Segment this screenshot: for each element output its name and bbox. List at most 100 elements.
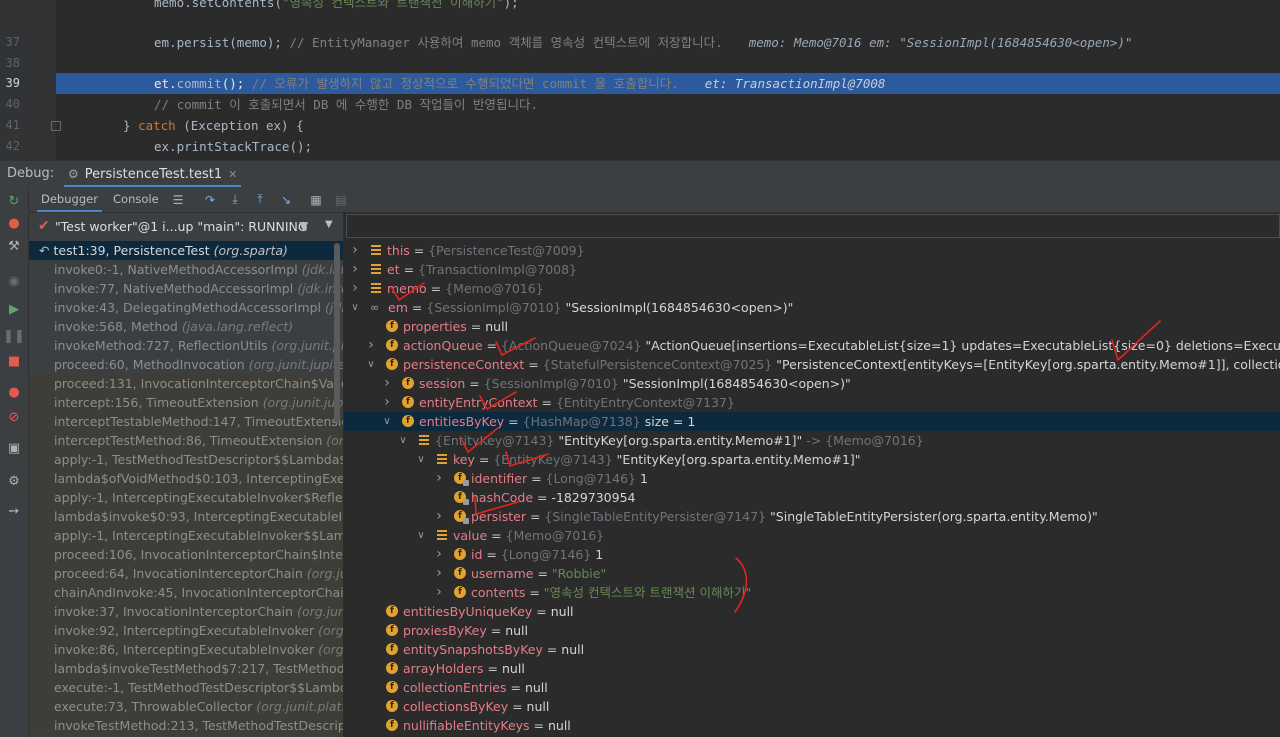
variable-row[interactable]: › f persister = {SingleTableEntityPersiste… [344,507,1280,526]
variable-row[interactable]: › f identifier = {Long@7146} 1 [344,469,1280,488]
variable-row[interactable]: f nullifiableEntityKeys = null [344,716,1280,735]
eye-icon[interactable]: ◉ [4,272,24,290]
wrench-icon[interactable]: ⚒ [4,237,24,255]
variable-row[interactable]: › this = {PersistenceTest@7009} [344,241,1280,260]
collapse-arrow-icon[interactable]: ∨ [366,355,376,374]
evaluate-expression-icon[interactable]: ▦ [307,191,325,208]
variable-row[interactable]: ∨ value = {Memo@7016} [344,526,1280,545]
frame-item[interactable]: lambda$ofVoidMethod$0:103, InterceptingE… [29,469,343,488]
variable-row[interactable]: ∨ {EntityKey@7143} "EntityKey[org.sparta.… [344,431,1280,450]
frame-item[interactable]: interceptTestableMethod:147, TimeoutExte… [29,412,343,431]
frame-item[interactable]: invoke:77, NativeMethodAccessorImpl (jdk.… [29,279,343,298]
resume-icon[interactable]: ▶ [4,300,24,318]
frame-item[interactable]: invokeMethod:727, ReflectionUtils (org.ju… [29,336,343,355]
expand-arrow-icon[interactable]: › [434,469,444,488]
rerun-failed-icon[interactable]: ● [4,214,24,232]
expand-arrow-icon[interactable]: › [434,507,444,526]
step-over-icon[interactable]: ↷ [201,191,219,208]
frame-item[interactable]: intercept:156, TimeoutExtension (org.juni… [29,393,343,412]
expand-arrow-icon[interactable]: › [434,564,444,583]
frame-item[interactable]: execute:73, ThrowableCollector (org.junit… [29,697,343,716]
code-editor[interactable]: memo.setContents("영속성 컨텍스트와 트랜잭션 이해하기");… [0,0,1280,160]
fold-marker-icon[interactable] [51,121,61,131]
expand-arrow-icon[interactable]: › [434,545,444,564]
settings-gear-icon[interactable]: ⚙ [4,472,24,490]
variable-row[interactable]: › f contents = "영속성 컨텍스트와 트랜잭션 이해하기" [344,583,1280,602]
collapse-arrow-icon[interactable]: ∨ [382,412,392,431]
frame-item[interactable]: lambda$invokeTestMethod$7:217, TestMetho… [29,659,343,678]
variable-row[interactable]: f properties = null [344,317,1280,336]
trace-icon[interactable]: ▤ [332,191,350,208]
filter-icon[interactable]: ▼ [299,219,308,233]
variable-row[interactable]: f proxiesByKey = null [344,621,1280,640]
chevron-down-icon[interactable]: ▼ [325,219,333,230]
collapse-arrow-icon[interactable]: ∨ [398,431,408,450]
variable-row[interactable]: › f username = "Robbie" [344,564,1280,583]
expand-arrow-icon[interactable]: › [350,260,360,279]
close-icon[interactable]: ✕ [228,168,237,181]
tab-debugger[interactable]: Debugger [37,187,102,212]
tab-console-label: Console [113,192,159,206]
variable-row[interactable]: f collectionsByKey = null [344,697,1280,716]
expand-arrow-icon[interactable]: › [350,241,360,260]
frame-item[interactable]: interceptTestMethod:86, TimeoutExtension… [29,431,343,450]
frame-item[interactable]: invoke:568, Method (java.lang.reflect) [29,317,343,336]
variable-row[interactable]: ∨ f persistenceContext = {StatefulPersiste… [344,355,1280,374]
frame-item[interactable]: invoke:37, InvocationInterceptorChain (or… [29,602,343,621]
expand-arrow-icon[interactable]: › [382,374,392,393]
frame-item[interactable]: proceed:106, InvocationInterceptorChain$… [29,545,343,564]
camera-icon[interactable]: ▣ [4,439,24,457]
variable-row[interactable]: ∨ ∞ em = {SessionImpl@7010} "SessionImpl(1… [344,298,1280,317]
variable-row[interactable]: › memo = {Memo@7016} [344,279,1280,298]
step-out-icon[interactable]: ⤒ [251,191,269,208]
frame-item[interactable]: proceed:60, MethodInvocation (org.junit.j… [29,355,343,374]
debug-session-tab[interactable]: ⚙ PersistenceTest.test1 ✕ [60,161,245,187]
frame-item[interactable]: invoke:43, DelegatingMethodAccessorImpl(… [29,298,343,317]
collapse-arrow-icon[interactable]: ∨ [350,298,360,317]
variable-row[interactable]: f entitySnapshotsByKey = null [344,640,1280,659]
frame-item[interactable]: invoke:92, InterceptingExecutableInvoker… [29,621,343,640]
collapse-arrow-icon[interactable]: ∨ [416,526,426,545]
expand-arrow-icon[interactable]: › [434,583,444,602]
variable-row[interactable]: f entitiesByUniqueKey = null [344,602,1280,621]
collapse-arrow-icon[interactable]: ∨ [416,450,426,469]
layout-menu-icon[interactable]: ☰ [169,191,187,208]
variable-row[interactable]: f arrayHolders = null [344,659,1280,678]
thread-selector[interactable]: ✔ "Test worker"@1 i...up "main": RUNNING… [29,213,343,242]
variable-row[interactable]: › f entityEntryContext = {EntityEntryConte… [344,393,1280,412]
frame-item[interactable]: proceed:131, InvocationInterceptorChain$… [29,374,343,393]
frame-item[interactable]: invoke:86, InterceptingExecutableInvoker… [29,640,343,659]
frame-item[interactable]: invokeTestMethod:213, TestMethodTestDesc… [29,716,343,735]
variable-row[interactable]: f hashCode = -1829730954 [344,488,1280,507]
variable-row[interactable]: › f session = {SessionImpl@7010} "SessionI… [344,374,1280,393]
run-to-cursor-icon[interactable]: ↘ [277,191,295,208]
frame-item[interactable]: lambda$invoke$0:93, InterceptingExecutab… [29,507,343,526]
frame-item[interactable]: apply:-1, InterceptingExecutableInvoker$… [29,488,343,507]
frame-item[interactable]: apply:-1, InterceptingExecutableInvoker$… [29,526,343,545]
variable-row[interactable]: ∨ key = {EntityKey@7143} "EntityKey[org.s… [344,450,1280,469]
mute-breakpoints-icon[interactable]: ⊘ [4,408,24,426]
frame-item[interactable]: invoke0:-1, NativeMethodAccessorImpl (jdk… [29,260,343,279]
frame-item-selected[interactable]: ↶ test1:39, PersistenceTest (org.sparta) [29,241,343,260]
frame-item[interactable]: execute:-1, TestMethodTestDescriptor$$La… [29,678,343,697]
pause-icon[interactable]: ❚❚ [3,327,25,345]
stop-icon[interactable]: ■ [4,352,24,370]
variable-row[interactable]: › f id = {Long@7146} 1 [344,545,1280,564]
pin-icon[interactable]: ➙ [4,502,24,520]
evaluate-expression-input[interactable] [346,214,1280,238]
frame-item[interactable]: proceed:64, InvocationInterceptorChain (o… [29,564,343,583]
frame-item[interactable]: chainAndInvoke:45, InvocationInterceptor… [29,583,343,602]
variable-row[interactable]: f collectionEntries = null [344,678,1280,697]
frame-item[interactable]: apply:-1, TestMethodTestDescriptor$$Lamb… [29,450,343,469]
expand-arrow-icon[interactable]: › [366,336,376,355]
expand-arrow-icon[interactable]: › [382,393,392,412]
tab-console[interactable]: Console [113,187,159,212]
step-into-icon[interactable]: ⤓ [226,191,244,208]
scrollbar[interactable] [334,243,340,423]
view-breakpoints-icon[interactable]: ● [4,383,24,401]
expand-arrow-icon[interactable]: › [350,279,360,298]
variable-row[interactable]: › et = {TransactionImpl@7008} [344,260,1280,279]
variable-row[interactable]: › f actionQueue = {ActionQueue@7024} "Acti… [344,336,1280,355]
rerun-icon[interactable]: ↻ [4,192,24,210]
variable-row[interactable]: ∨ f entitiesByKey = {HashMap@7138} size = … [344,412,1280,431]
